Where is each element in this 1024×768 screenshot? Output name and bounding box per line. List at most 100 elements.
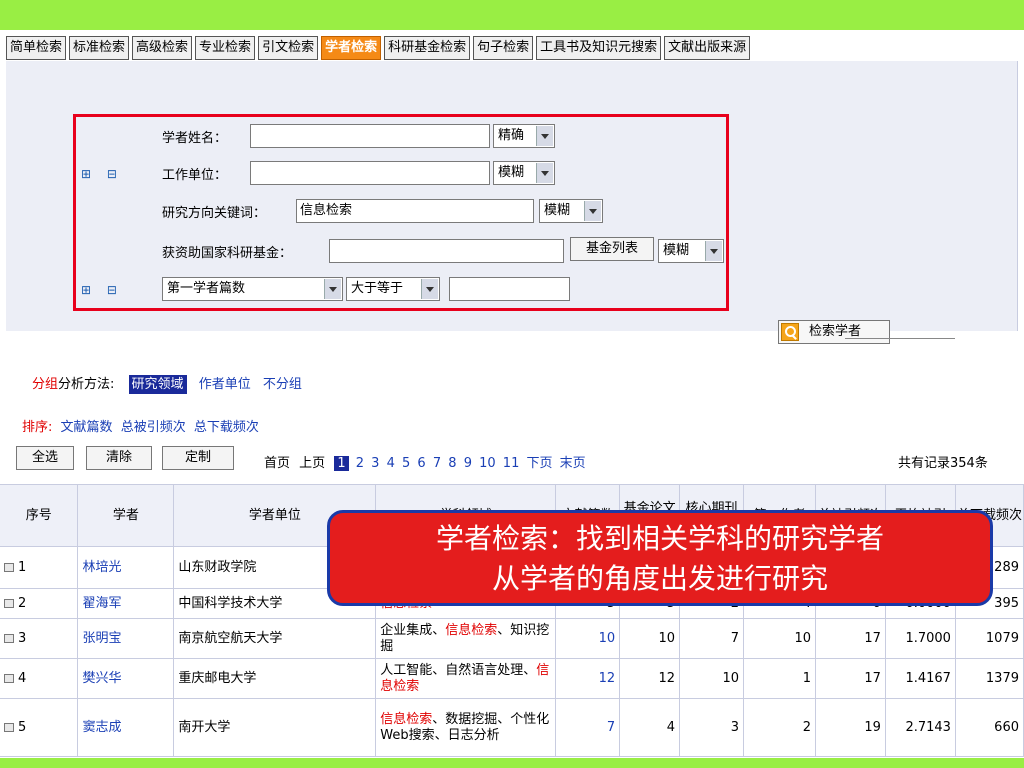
keyword-input[interactable]: 信息检索 bbox=[296, 199, 534, 223]
expand-collapse-icon[interactable]: ⊞ ⊟ bbox=[81, 167, 123, 181]
tab-advanced[interactable]: 高级检索 bbox=[132, 36, 193, 60]
first-author-count: 1 bbox=[743, 658, 816, 699]
row-no-cell[interactable]: 2 bbox=[0, 588, 79, 619]
row-no-cell[interactable]: 4 bbox=[0, 658, 79, 699]
col-header-no[interactable]: 序号 bbox=[0, 484, 79, 547]
field-highlight: 信息检索 bbox=[380, 711, 433, 727]
page-link[interactable]: 9 bbox=[464, 456, 472, 471]
chevron-down-icon bbox=[705, 241, 722, 261]
scholar-link[interactable]: 林培光 bbox=[77, 546, 175, 589]
tab-simple[interactable]: 简单检索 bbox=[6, 36, 67, 60]
tab-publication-source[interactable]: 文献出版来源 bbox=[664, 36, 751, 60]
page-link[interactable]: 6 bbox=[417, 456, 425, 471]
cited-count: 17 bbox=[815, 658, 886, 699]
group-option-field[interactable]: 研究领域 bbox=[128, 375, 187, 394]
sort-by-docs[interactable]: 文献篇数 bbox=[61, 420, 113, 435]
table-row: 4 樊兴华 重庆邮电大学 人工智能、自然语言处理、信息检索 12 12 10 1… bbox=[0, 658, 1024, 699]
row-no-cell[interactable]: 1 bbox=[0, 546, 79, 589]
next-page-link[interactable]: 下页 bbox=[526, 456, 552, 471]
page-link[interactable]: 8 bbox=[448, 456, 456, 471]
search-type-tabs: 简单检索 标准检索 高级检索 专业检索 引文检索 学者检索 科研基金检索 句子检… bbox=[6, 36, 751, 60]
table-row: 5 窦志成 南开大学 信息检索、数据挖掘、个性化Web搜索、日志分析 7 4 3… bbox=[0, 698, 1024, 757]
avg-cited: 2.7143 bbox=[885, 698, 956, 757]
group-option-unit[interactable]: 作者单位 bbox=[199, 377, 251, 392]
core-count: 10 bbox=[679, 658, 745, 699]
first-page-link[interactable]: 首页 bbox=[264, 456, 290, 471]
tab-professional[interactable]: 专业检索 bbox=[195, 36, 256, 60]
scholar-link[interactable]: 樊兴华 bbox=[77, 658, 175, 699]
cited-count: 17 bbox=[815, 618, 886, 659]
clear-button[interactable]: 清除 bbox=[86, 446, 152, 470]
tab-reference-tools[interactable]: 工具书及知识元搜索 bbox=[536, 36, 662, 60]
row-no-cell[interactable]: 5 bbox=[0, 698, 79, 757]
expand-collapse-icon[interactable]: ⊞ ⊟ bbox=[81, 283, 123, 297]
name-match-value: 精确 bbox=[498, 128, 525, 143]
filter-field-select[interactable]: 第一学者篇数 bbox=[162, 277, 343, 301]
subject-field: 人工智能、自然语言处理、信息检索 bbox=[375, 658, 557, 699]
scholar-unit: 南开大学 bbox=[173, 698, 377, 757]
select-all-button[interactable]: 全选 bbox=[16, 446, 74, 470]
row-no: 1 bbox=[18, 559, 27, 575]
row-no-cell[interactable]: 3 bbox=[0, 618, 79, 659]
keyword-match-select[interactable]: 模糊 bbox=[539, 199, 603, 223]
search-page: 简单检索 标准检索 高级检索 专业检索 引文检索 学者检索 科研基金检索 句子检… bbox=[0, 30, 1024, 758]
last-page-link[interactable]: 末页 bbox=[560, 456, 586, 471]
annotation-callout: 学者检索：找到相关学科的研究学者 从学者的角度出发进行研究 bbox=[327, 510, 993, 606]
search-scholar-button[interactable]: 检索学者 bbox=[778, 320, 890, 344]
page-link-current[interactable]: 1 bbox=[334, 456, 349, 471]
scholar-unit: 南京航空航天大学 bbox=[173, 618, 377, 659]
fund-match-select[interactable]: 模糊 bbox=[658, 239, 724, 263]
divider bbox=[845, 338, 955, 339]
prev-page-link[interactable]: 上页 bbox=[299, 456, 325, 471]
name-match-select[interactable]: 精确 bbox=[493, 124, 555, 148]
name-input[interactable] bbox=[250, 124, 490, 148]
unit-match-value: 模糊 bbox=[498, 165, 525, 180]
search-panel: 学者姓名： 精确 ⊞ ⊟ 工作单位： 模糊 研究方向关键词： 信息检索 模糊 获… bbox=[6, 61, 1018, 331]
avg-cited: 1.4167 bbox=[885, 658, 956, 699]
page-link[interactable]: 3 bbox=[371, 456, 379, 471]
row-checkbox[interactable] bbox=[4, 722, 14, 732]
record-count: 共有记录354条 bbox=[898, 456, 988, 471]
tab-standard[interactable]: 标准检索 bbox=[69, 36, 130, 60]
sort-by-downloads[interactable]: 总下载频次 bbox=[194, 420, 259, 435]
row-checkbox[interactable] bbox=[4, 598, 14, 608]
row-checkbox[interactable] bbox=[4, 673, 14, 683]
page-link[interactable]: 10 bbox=[479, 456, 496, 471]
doc-count[interactable]: 7 bbox=[555, 698, 621, 757]
page-link[interactable]: 4 bbox=[387, 456, 395, 471]
scholar-link[interactable]: 翟海军 bbox=[77, 588, 175, 619]
row-checkbox[interactable] bbox=[4, 562, 14, 572]
customize-button[interactable]: 定制 bbox=[162, 446, 234, 470]
search-icon bbox=[781, 323, 799, 341]
unit-input[interactable] bbox=[250, 161, 490, 185]
unit-match-select[interactable]: 模糊 bbox=[493, 161, 555, 185]
tab-sentence[interactable]: 句子检索 bbox=[473, 36, 534, 60]
grouping-bar: 分组分析方法: 研究领域 作者单位 不分组 bbox=[32, 373, 302, 394]
page-link[interactable]: 2 bbox=[356, 456, 364, 471]
doc-count[interactable]: 12 bbox=[555, 658, 621, 699]
callout-line-1: 学者检索：找到相关学科的研究学者 bbox=[435, 522, 884, 555]
chevron-down-icon bbox=[536, 163, 553, 183]
doc-count[interactable]: 10 bbox=[555, 618, 621, 659]
col-header-scholar[interactable]: 学者 bbox=[77, 484, 175, 547]
subject-field: 信息检索、数据挖掘、个性化Web搜索、日志分析 bbox=[375, 698, 557, 757]
fund-list-button[interactable]: 基金列表 bbox=[570, 237, 654, 261]
filter-operator-select[interactable]: 大于等于 bbox=[346, 277, 440, 301]
page-link[interactable]: 11 bbox=[503, 456, 520, 471]
tab-scholar[interactable]: 学者检索 bbox=[321, 36, 382, 60]
tab-citation[interactable]: 引文检索 bbox=[258, 36, 319, 60]
scholar-link[interactable]: 张明宝 bbox=[77, 618, 175, 659]
page-link[interactable]: 7 bbox=[433, 456, 441, 471]
scholar-link[interactable]: 窦志成 bbox=[77, 698, 175, 757]
fund-count: 10 bbox=[619, 618, 681, 659]
filter-value-input[interactable] bbox=[449, 277, 570, 301]
page-link[interactable]: 5 bbox=[402, 456, 410, 471]
download-count: 660 bbox=[955, 698, 1024, 757]
fund-input[interactable] bbox=[329, 239, 564, 263]
name-label: 学者姓名： bbox=[162, 131, 228, 146]
tab-fund[interactable]: 科研基金检索 bbox=[384, 36, 471, 60]
sort-by-cited[interactable]: 总被引频次 bbox=[121, 420, 186, 435]
first-author-count: 2 bbox=[743, 698, 816, 757]
row-checkbox[interactable] bbox=[4, 633, 14, 643]
group-option-none[interactable]: 不分组 bbox=[263, 377, 302, 392]
